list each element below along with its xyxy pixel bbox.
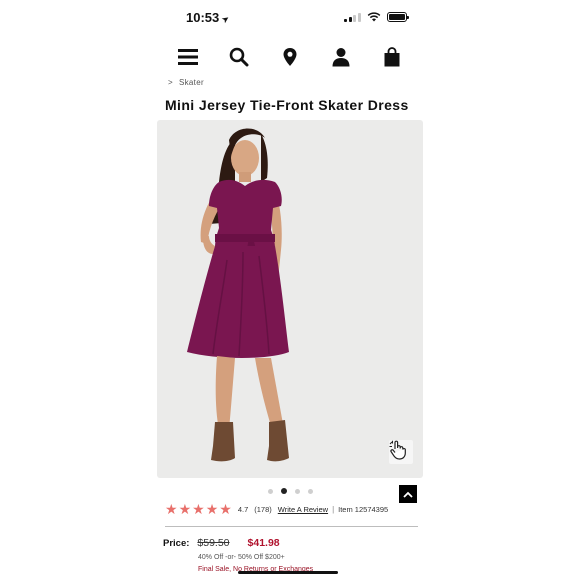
carousel-dot-3[interactable]: [295, 488, 300, 494]
item-number: Item 12574395: [338, 504, 389, 514]
cellular-signal-icon: [344, 12, 361, 22]
status-time: 10:53➤: [186, 10, 232, 26]
star-rating: ★ ★ ★ ★ ★: [165, 502, 232, 516]
status-icons: [344, 12, 409, 22]
status-bar: 10:53➤: [0, 0, 580, 36]
hamburger-menu-icon[interactable]: [174, 44, 202, 70]
price-sale: $41.98: [247, 537, 280, 549]
battery-fill: [388, 14, 405, 20]
battery-icon: [386, 12, 409, 22]
price-label: Price:: [163, 538, 190, 549]
divider-line: [165, 526, 418, 527]
model-photo: [187, 128, 289, 462]
star-icon: ★: [219, 501, 232, 517]
wifi-icon: [367, 12, 380, 22]
promo-text: 40% Off -or- 50% Off $200+: [198, 554, 285, 561]
search-icon[interactable]: [225, 44, 253, 70]
star-icon: ★: [178, 501, 192, 517]
carousel-dot-2[interactable]: [281, 488, 287, 494]
carousel-dots: [268, 488, 313, 494]
hand-pointer-icon[interactable]: [389, 440, 413, 464]
rating-value: 4.7: [237, 504, 249, 514]
price-original: $59.50: [197, 537, 230, 549]
write-review-link[interactable]: Write A Review: [278, 505, 328, 514]
home-indicator: [238, 571, 338, 574]
user-icon[interactable]: [327, 44, 355, 70]
breadcrumb: > Skater: [168, 78, 204, 87]
product-image[interactable]: [157, 120, 423, 478]
rating-count[interactable]: (178): [254, 505, 272, 514]
star-icon: ★: [205, 501, 219, 517]
location-pin-icon[interactable]: [276, 44, 304, 70]
star-icon: ★: [192, 501, 205, 517]
scroll-top-button[interactable]: [399, 485, 417, 503]
breadcrumb-separator: >: [168, 78, 173, 87]
rating-row: ★ ★ ★ ★ ★ 4.7 (178) Write A Review | Ite…: [165, 502, 420, 516]
price-row: Price: $59.50 $41.98: [163, 537, 280, 549]
star-icon: ★: [165, 501, 178, 517]
chevron-up-icon: [403, 491, 413, 498]
divider: |: [332, 504, 335, 514]
product-title: Mini Jersey Tie-Front Skater Dress: [165, 97, 409, 113]
breadcrumb-link-skater[interactable]: Skater: [179, 78, 204, 87]
top-nav: [0, 40, 580, 74]
carousel-dot-4[interactable]: [308, 488, 313, 494]
carousel-dot-1[interactable]: [268, 488, 273, 494]
shopping-bag-icon[interactable]: [378, 44, 406, 70]
location-arrow-icon: ➤: [219, 12, 232, 26]
clock-text: 10:53: [186, 10, 220, 25]
